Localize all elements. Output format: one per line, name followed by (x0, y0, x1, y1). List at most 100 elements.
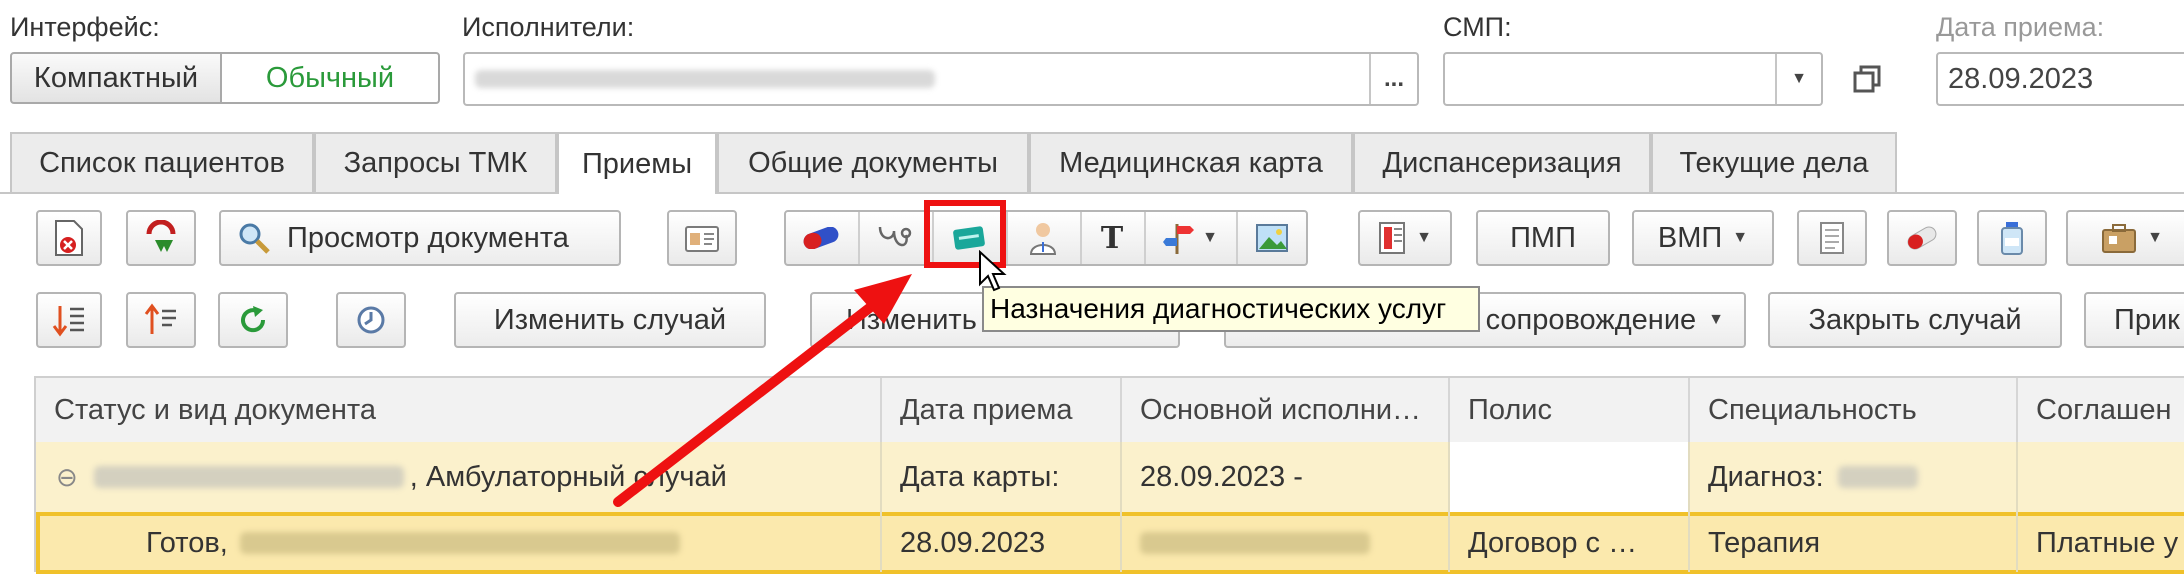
smp-dropdown-button[interactable]: ▼ (1775, 54, 1821, 104)
report-menu-button[interactable]: ▼ (1358, 210, 1452, 266)
chevron-down-icon: ▼ (1791, 70, 1807, 87)
tabs-divider (0, 192, 2184, 194)
interface-label: Интерфейс: (10, 12, 160, 42)
prescription-button[interactable] (1887, 210, 1957, 266)
column-header-specialty[interactable]: Специальность (1690, 378, 2018, 442)
collapse-icon[interactable]: ⊖ (56, 462, 78, 493)
tab-medical-card[interactable]: Медицинская карта (1029, 132, 1353, 192)
vmp-button[interactable]: ВМП ▼ (1632, 210, 1774, 266)
sort-up-icon (144, 303, 176, 334)
date-label: Дата приема: (1936, 12, 2105, 42)
executors-select-button[interactable]: ... (1369, 54, 1417, 104)
group-policy-cell (1450, 442, 1690, 512)
interface-normal-button[interactable]: Обычный (220, 52, 440, 104)
tab-documents[interactable]: Общие документы (717, 132, 1029, 192)
patient-card-button[interactable] (667, 210, 737, 266)
chevron-down-icon: ▼ (1732, 229, 1749, 246)
smp-field[interactable]: ▼ (1443, 52, 1823, 106)
medication-button[interactable] (784, 212, 860, 264)
row-executor-redacted (1140, 532, 1370, 554)
capsule-icon (1907, 226, 1937, 250)
card-date-value: 28.09.2023 - (1140, 460, 1303, 493)
picture-icon (1256, 224, 1288, 252)
chevron-down-icon: ▼ (1202, 229, 1218, 246)
row-specialty: Терапия (1708, 526, 1821, 559)
diagnosis-label: Диагноз: (1708, 460, 1824, 493)
smp-open-button[interactable] (1823, 52, 1911, 106)
column-separator (1120, 442, 1122, 572)
row-status: Готов, (146, 526, 228, 559)
row-status-cell: Готов, (36, 514, 882, 572)
doctor-button[interactable] (1006, 212, 1082, 264)
text-template-button[interactable]: T (1080, 212, 1146, 264)
pmp-button[interactable]: ПМП (1476, 210, 1610, 266)
row-policy: Договор с … (1468, 526, 1638, 559)
refresh-button[interactable] (218, 292, 288, 348)
chevron-down-icon: ▼ (2147, 229, 2163, 246)
document-list-button[interactable] (1797, 210, 1867, 266)
tab-patients[interactable]: Список пациентов (10, 132, 314, 192)
diagnosis-redacted (1837, 466, 1918, 488)
image-button[interactable] (1236, 212, 1308, 264)
executors-label: Исполнители: (462, 12, 635, 42)
delete-document-button[interactable] (36, 210, 102, 266)
group-row-title: ⊖ , Амбулаторный случай (36, 442, 882, 512)
pill-icon (803, 227, 839, 249)
executors-field[interactable]: ... (463, 52, 1419, 106)
history-button[interactable] (336, 292, 406, 348)
column-separator (1448, 442, 1450, 572)
smp-label: СМП: (1443, 12, 1512, 42)
chevron-down-icon: ▼ (1416, 229, 1432, 246)
group-title-redacted (93, 466, 404, 488)
view-document-button[interactable]: Просмотр документа (219, 210, 621, 266)
column-header-status[interactable]: Статус и вид документа (36, 378, 882, 442)
column-header-date[interactable]: Дата приема (882, 378, 1122, 442)
date-field[interactable]: 28.09.2023 (1936, 52, 2184, 106)
briefcase-icon (2102, 224, 2137, 253)
open-window-icon (1853, 65, 1881, 93)
column-separator (880, 442, 882, 572)
tooltip: Назначения диагностических услуг (982, 286, 1480, 332)
more-actions-button[interactable]: ▼ (2066, 210, 2184, 266)
tab-tmk[interactable]: Запросы ТМК (314, 132, 557, 192)
undo-button[interactable] (126, 210, 196, 266)
case-type-label: , Амбулаторный случай (409, 460, 727, 493)
change-case-button[interactable]: Изменить случай (454, 292, 766, 348)
row-agreement: Платные у (2036, 526, 2179, 559)
tab-dispensary[interactable]: Диспансеризация (1353, 132, 1651, 192)
executors-redacted (475, 70, 935, 88)
column-header-agreement[interactable]: Соглашен (2018, 378, 2184, 442)
chevron-down-icon: ▼ (1708, 311, 1724, 328)
row-date: 28.09.2023 (900, 526, 1046, 559)
column-header-policy[interactable]: Полис (1450, 378, 1690, 442)
procedures-button[interactable] (858, 212, 934, 264)
tab-appointments[interactable]: Приемы (557, 132, 717, 194)
report-icon (1379, 222, 1406, 254)
escort-label: сопровождение (1485, 303, 1697, 336)
tab-current-tasks[interactable]: Текущие дела (1651, 132, 1897, 192)
sort-descending-button[interactable] (36, 292, 102, 348)
interface-compact-button[interactable]: Компактный (10, 52, 222, 104)
refresh-icon (241, 306, 266, 333)
close-case-button[interactable]: Закрыть случай (1768, 292, 2062, 348)
diagnosis-cell: Диагноз: (1690, 442, 2018, 512)
vaccination-button[interactable] (1977, 210, 2047, 266)
medicine-bottle-icon (2001, 222, 2023, 255)
magnifier-icon (239, 223, 270, 254)
clock-icon (357, 306, 385, 334)
signpost-icon (1163, 224, 1195, 254)
cursor-icon (979, 250, 1007, 292)
delete-doc-icon (55, 220, 83, 256)
row-executor-cell (1122, 514, 1450, 572)
doctor-icon (1029, 223, 1057, 255)
row-document-redacted (239, 532, 680, 554)
undo-arrow-icon (146, 220, 176, 252)
attach-button[interactable]: Прик (2084, 292, 2184, 348)
route-button[interactable]: ▼ (1144, 212, 1238, 264)
stethoscope-icon (878, 226, 912, 247)
sort-down-icon (52, 306, 84, 337)
column-separator (2016, 442, 2018, 572)
sort-ascending-button[interactable] (126, 292, 196, 348)
column-header-executor[interactable]: Основной исполни… (1122, 378, 1450, 442)
column-separator (1688, 442, 1690, 572)
